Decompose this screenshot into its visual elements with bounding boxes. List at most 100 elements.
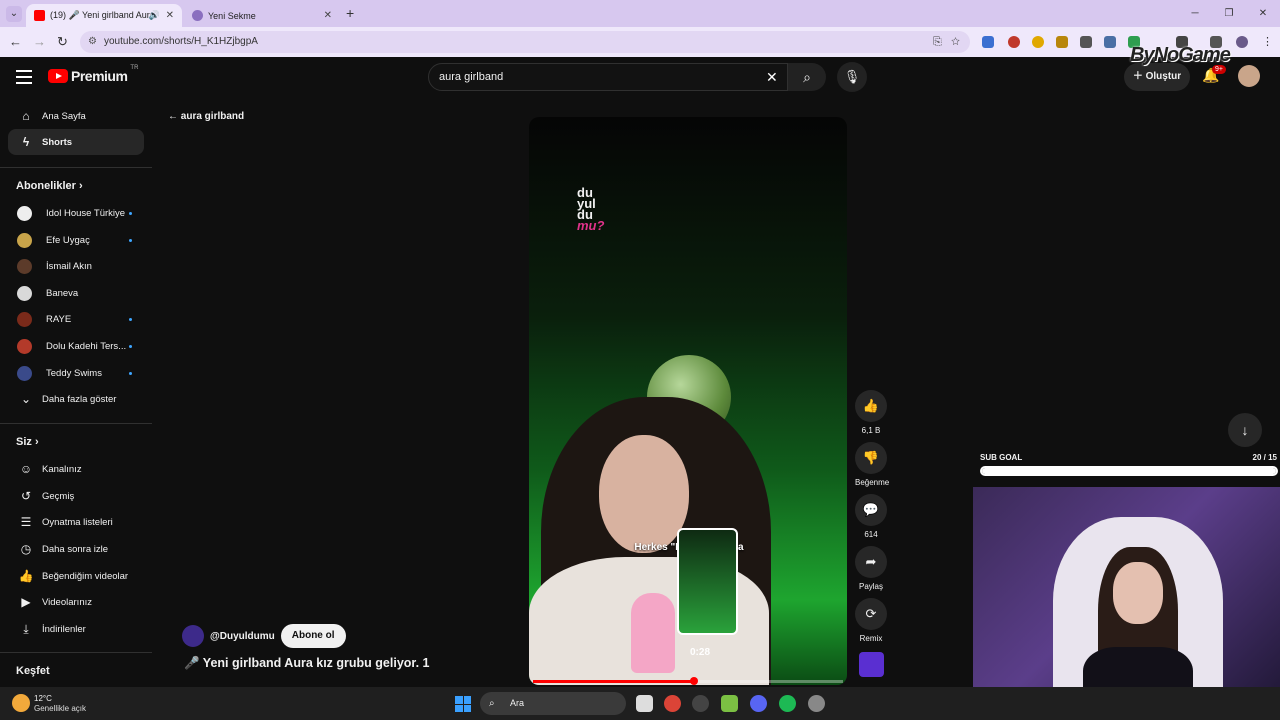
sidebar-item-home[interactable]: ⌂ Ana Sayfa [8,103,144,129]
new-content-dot [129,344,132,348]
clear-search-icon[interactable]: ✕ [766,69,778,86]
comment-count: 614 [864,530,878,539]
browser-tab-active[interactable]: (19) 🎤 Yeni girlband Aura 🔊 ✕ [26,4,182,27]
sidebar-item-subscription[interactable]: Dolu Kadehi Ters... [8,333,144,359]
sidebar-divider [0,167,152,168]
sidebar-item-shorts[interactable]: ϟ Shorts [8,129,144,155]
sidebar-item-subscription[interactable]: Efe Uygaç [8,227,144,253]
sidebar-item-playlists[interactable]: ☰ Oynatma listeleri [8,509,144,535]
sidebar-item-your-channel[interactable]: ☺ Kanalınız [8,456,144,482]
search-icon: ⌕ [489,698,495,709]
share-button[interactable]: ➦ Paylaş [855,546,887,591]
browser-tab-inactive[interactable]: Yeni Sekme ✕ [184,4,340,27]
back-link-label: aura girlband [180,111,245,122]
remix-button[interactable]: ⟳ Remix [855,598,887,643]
restore-button[interactable]: ❐ [1212,0,1246,27]
reload-icon[interactable]: ↻ [57,34,68,50]
menu-icon[interactable] [16,70,32,88]
address-bar[interactable]: ⚙ youtube.com/shorts/H_K1HZjbgpA ⎘ ☆ [80,31,970,53]
sidebar-item-label: Daha sonra izle [42,543,109,555]
site-info-icon[interactable]: ⚙ [88,31,97,53]
comment-icon: 💬 [855,494,887,526]
extension-red-icon[interactable] [1008,36,1020,48]
profile-icon[interactable] [1236,36,1248,48]
sidebar-item-label: RAYE [46,313,72,325]
sidebar-item-label: Ana Sayfa [42,110,86,122]
video-overlay-logo: du yul du mu? [577,185,605,233]
channel-avatar [17,338,32,354]
next-video-button[interactable]: ↓ [1228,413,1262,447]
taskbar-search[interactable]: ⌕ Ara [480,692,626,715]
windows-start-icon[interactable] [455,696,471,712]
tab-close-icon[interactable]: ✕ [324,10,332,21]
task-view-icon[interactable] [636,695,653,712]
browser-menu-icon[interactable]: ⋮ [1262,36,1274,48]
new-content-dot [129,211,132,215]
video-progress-bar[interactable] [533,677,843,685]
app-clock-icon[interactable] [692,695,709,712]
search-button[interactable]: ⌕ [788,63,826,91]
video-title[interactable]: 🎤 Yeni girlband Aura kız grubu geliyor. … [184,656,429,671]
like-button[interactable]: 👍 6,1 B [855,390,887,435]
sidebar-item-label: Baneva [46,287,79,299]
comments-button[interactable]: 💬 614 [855,494,887,539]
subscribe-button[interactable]: Abone ol [280,624,346,648]
back-icon[interactable]: ← [9,34,22,49]
sidebar-item-liked-videos[interactable]: 👍 Beğendiğim videolar [8,563,144,589]
sidebar-item-watch-later[interactable]: ◷ Daha sonra izle [8,536,144,562]
extension-gold-icon[interactable] [1056,36,1068,48]
live-app-icon[interactable] [721,695,738,712]
progress-fill [533,680,695,683]
extension-yellow-icon[interactable] [1032,36,1044,48]
youtube-play-icon [48,69,68,83]
minimize-button[interactable]: ─ [1178,0,1212,27]
country-code: TR [130,65,139,71]
subscriptions-heading[interactable]: Abonelikler › [16,180,83,192]
dislike-button[interactable]: 👎 Beğenme [855,442,889,487]
spotify-icon[interactable] [779,695,796,712]
sidebar-item-downloads[interactable]: ⤓ İndirilenler [8,616,144,642]
watch-later-icon: ◷ [20,542,32,556]
tab-search-menu-button[interactable]: ⌄ [6,6,22,22]
new-tab-button[interactable]: + [346,5,354,21]
close-window-button[interactable]: ✕ [1246,0,1280,27]
extension-translate-icon[interactable] [982,36,994,48]
account-avatar[interactable] [1238,65,1260,87]
weather-temperature: 12°C [34,694,52,703]
sidebar-show-more[interactable]: ⌄ Daha fazla göster [8,386,144,412]
youtube-logo[interactable]: Premium TR [48,65,139,84]
sidebar-item-subscription[interactable]: Baneva [8,280,144,306]
channel-avatar[interactable] [182,625,204,647]
sidebar-item-history[interactable]: ↺ Geçmiş [8,483,144,509]
sidebar-item-label: İsmail Akın [46,260,92,272]
sidebar-item-subscription[interactable]: Idol House Türkiye [8,200,144,226]
sidebar: ⌂ Ana Sayfa ϟ Shorts Abonelikler › Idol … [0,97,152,687]
voice-search-button[interactable]: 🎙 [837,62,867,92]
chrome-icon[interactable] [664,695,681,712]
mic-icon: 🎙 [843,69,861,84]
back-to-search-link[interactable]: ← aura girlband [168,111,244,122]
shorts-icon: ϟ [22,135,30,149]
channel-handle[interactable]: @Duyuldumu [210,631,275,642]
speaker-icon[interactable]: 🔊 [149,10,160,21]
windows-taskbar: 12°C Genellikle açık ⌕ Ara [0,687,1280,720]
chevron-down-icon: ⌄ [20,392,32,406]
tab-close-icon[interactable]: ✕ [166,10,174,21]
create-button[interactable]: ＋ Oluştur [1124,63,1190,91]
like-count: 6,1 B [861,426,881,435]
sidebar-item-your-videos[interactable]: ▶ Videolarınız [8,589,144,615]
forward-icon[interactable]: → [33,34,46,49]
extension-gray-icon[interactable] [1080,36,1092,48]
sidebar-item-subscription[interactable]: İsmail Akın [8,253,144,279]
channel-avatar-small[interactable] [859,652,884,677]
sidebar-item-subscription[interactable]: Teddy Swims [8,360,144,386]
create-label: Oluştur [1145,71,1182,82]
settings-gear-icon[interactable] [808,695,825,712]
weather-icon[interactable] [12,694,30,712]
you-heading[interactable]: Siz › [16,436,39,448]
search-input[interactable]: aura girlband [428,63,788,91]
extension-window-icon[interactable] [1104,36,1116,48]
discord-icon[interactable] [750,695,767,712]
bookmark-star-icon[interactable]: ⎘ ☆ [933,31,960,53]
sidebar-item-subscription[interactable]: RAYE [8,306,144,332]
